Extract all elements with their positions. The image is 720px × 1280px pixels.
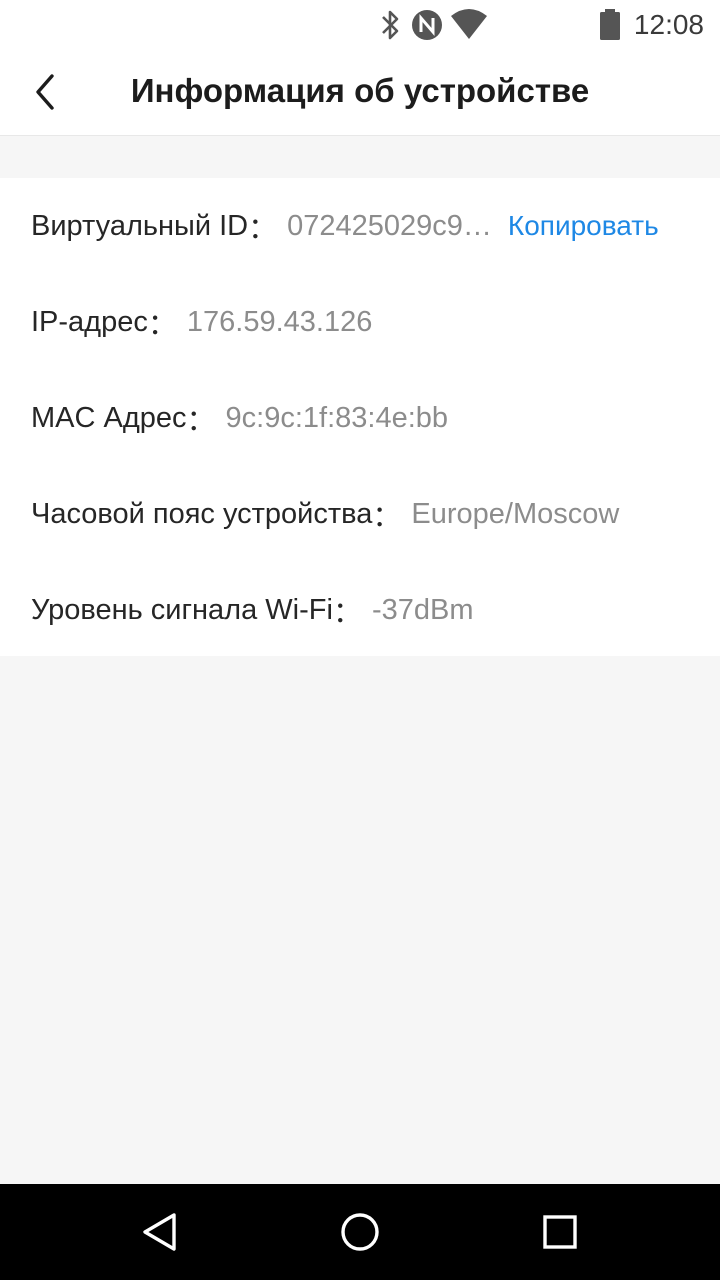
ip-address-value: 176.59.43.126	[186, 305, 373, 338]
mac-address-label: MAC Адрес	[31, 401, 187, 434]
mac-address-value: 9c:9c:1f:83:4e:bb	[225, 401, 449, 434]
page-title: Информация об устройстве	[130, 72, 590, 109]
recents-square-icon[interactable]	[538, 1210, 582, 1254]
timezone-value: Europe/Moscow	[411, 497, 620, 530]
wifi-signal-label: Уровень сигнала Wi-Fi	[31, 593, 333, 626]
separator: ：	[186, 405, 216, 437]
chevron-left-icon	[36, 74, 54, 110]
battery-icon	[600, 9, 620, 40]
wifi-signal-row: Уровень сигнала Wi-Fi ： -37dBm	[31, 562, 690, 658]
virtual-id-label: Виртуальный ID	[31, 209, 249, 242]
copy-button[interactable]: Копировать	[508, 210, 659, 242]
nfc-icon	[412, 10, 442, 40]
separator: ：	[332, 597, 362, 629]
bluetooth-icon	[382, 10, 399, 40]
ip-address-row: IP-адрес ： 176.59.43.126	[31, 274, 690, 370]
wifi-icon	[451, 9, 487, 39]
navigation-bar	[0, 1184, 720, 1280]
ip-address-label: IP-адрес	[31, 305, 148, 338]
app-header: Информация об устройстве	[0, 50, 720, 136]
virtual-id-value: 072425029c9…	[287, 209, 492, 242]
device-info-card: Виртуальный ID ： 072425029c9… Копировать…	[0, 178, 720, 656]
virtual-id-row: Виртуальный ID ： 072425029c9… Копировать	[31, 178, 690, 274]
status-time: 12:08	[633, 9, 704, 40]
mac-address-row: MAC Адрес ： 9c:9c:1f:83:4e:bb	[31, 370, 690, 466]
timezone-label: Часовой пояс устройства	[31, 497, 373, 530]
separator: ：	[372, 501, 402, 533]
back-triangle-icon[interactable]	[138, 1210, 182, 1254]
home-circle-icon[interactable]	[338, 1210, 382, 1254]
separator: ：	[147, 309, 177, 341]
back-button[interactable]	[22, 66, 70, 118]
wifi-signal-value: -37dBm	[371, 593, 474, 626]
status-bar: 12:08	[0, 0, 720, 50]
timezone-row: Часовой пояс устройства ： Europe/Moscow	[31, 466, 690, 562]
separator: ：	[248, 213, 278, 245]
